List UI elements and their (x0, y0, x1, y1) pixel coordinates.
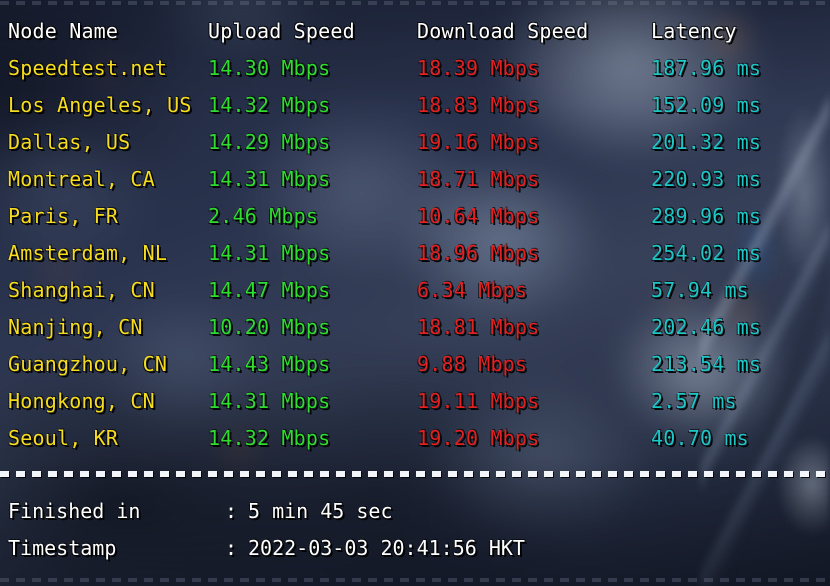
cell-latency: 2.57 ms (651, 389, 737, 413)
summary-value-finished-in: 5 min 45 sec (248, 499, 393, 523)
cell-node-name: Los Angeles, US (8, 93, 192, 117)
cell-node-name: Paris, FR (8, 204, 119, 228)
cell-latency: 40.70 ms (651, 426, 749, 450)
cell-upload-speed: 14.47 Mbps (208, 278, 331, 302)
cell-node-name: Montreal, CA (8, 167, 155, 191)
divider-top (0, 1, 830, 5)
table-row: Shanghai, CN 14.47 Mbps 6.34 Mbps 57.94 … (0, 280, 830, 310)
summary-value-timestamp: 2022-03-03 20:41:56 HKT (248, 536, 525, 560)
cell-download-speed: 6.34 Mbps (417, 278, 528, 302)
cell-download-speed: 19.16 Mbps (417, 130, 540, 154)
cell-download-speed: 18.71 Mbps (417, 167, 540, 191)
table-row: Hongkong, CN 14.31 Mbps 19.11 Mbps 2.57 … (0, 391, 830, 421)
cell-node-name: Dallas, US (8, 130, 131, 154)
cell-node-name: Guangzhou, CN (8, 352, 168, 376)
cell-upload-speed: 14.30 Mbps (208, 56, 331, 80)
cell-download-speed: 10.64 Mbps (417, 204, 540, 228)
cell-upload-speed: 14.32 Mbps (208, 426, 331, 450)
cell-latency: 213.54 ms (651, 352, 762, 376)
table-row: Montreal, CA 14.31 Mbps 18.71 Mbps 220.9… (0, 169, 830, 199)
cell-upload-speed: 14.43 Mbps (208, 352, 331, 376)
summary-separator: : (225, 536, 238, 560)
cell-latency: 201.32 ms (651, 130, 762, 154)
cell-upload-speed: 2.46 Mbps (208, 204, 319, 228)
divider-bottom (0, 578, 830, 582)
summary-separator: : (225, 499, 238, 523)
cell-download-speed: 18.83 Mbps (417, 93, 540, 117)
cell-download-speed: 18.81 Mbps (417, 315, 540, 339)
cell-download-speed: 18.39 Mbps (417, 56, 540, 80)
cell-download-speed: 18.96 Mbps (417, 241, 540, 265)
cell-upload-speed: 14.31 Mbps (208, 241, 331, 265)
column-header-node-name: Node Name (8, 19, 119, 43)
cell-latency: 202.46 ms (651, 315, 762, 339)
cell-node-name: Nanjing, CN (8, 315, 143, 339)
cell-latency: 152.09 ms (651, 93, 762, 117)
table-header-row: Node Name Upload Speed Download Speed La… (0, 21, 830, 51)
cell-latency: 254.02 ms (651, 241, 762, 265)
table-row: Seoul, KR 14.32 Mbps 19.20 Mbps 40.70 ms (0, 428, 830, 458)
summary-label-finished-in: Finished in (8, 499, 141, 523)
results-content: Node Name Upload Speed Download Speed La… (0, 0, 830, 586)
summary-row-timestamp: Timestamp : 2022-03-03 20:41:56 HKT (0, 538, 830, 566)
cell-upload-speed: 14.31 Mbps (208, 389, 331, 413)
cell-latency: 289.96 ms (651, 204, 762, 228)
table-row: Paris, FR 2.46 Mbps 10.64 Mbps 289.96 ms (0, 206, 830, 236)
divider-summary (0, 471, 830, 477)
summary-label-timestamp: Timestamp (8, 536, 117, 560)
table-row: Guangzhou, CN 14.43 Mbps 9.88 Mbps 213.5… (0, 354, 830, 384)
cell-download-speed: 19.20 Mbps (417, 426, 540, 450)
table-row: Amsterdam, NL 14.31 Mbps 18.96 Mbps 254.… (0, 243, 830, 273)
cell-node-name: Shanghai, CN (8, 278, 155, 302)
cell-download-speed: 9.88 Mbps (417, 352, 528, 376)
column-header-latency: Latency (651, 19, 737, 43)
summary-row-finished-in: Finished in : 5 min 45 sec (0, 501, 830, 529)
column-header-download-speed: Download Speed (417, 19, 589, 43)
cell-upload-speed: 14.31 Mbps (208, 167, 331, 191)
cell-node-name: Hongkong, CN (8, 389, 155, 413)
cell-node-name: Amsterdam, NL (8, 241, 168, 265)
table-row: Los Angeles, US 14.32 Mbps 18.83 Mbps 15… (0, 95, 830, 125)
cell-upload-speed: 14.32 Mbps (208, 93, 331, 117)
cell-upload-speed: 10.20 Mbps (208, 315, 331, 339)
table-row: Nanjing, CN 10.20 Mbps 18.81 Mbps 202.46… (0, 317, 830, 347)
cell-latency: 220.93 ms (651, 167, 762, 191)
column-header-upload-speed: Upload Speed (208, 19, 355, 43)
cell-upload-speed: 14.29 Mbps (208, 130, 331, 154)
speedtest-results-screen: Node Name Upload Speed Download Speed La… (0, 0, 830, 586)
cell-node-name: Seoul, KR (8, 426, 119, 450)
table-row: Dallas, US 14.29 Mbps 19.16 Mbps 201.32 … (0, 132, 830, 162)
cell-download-speed: 19.11 Mbps (417, 389, 540, 413)
cell-node-name: Speedtest.net (8, 56, 168, 80)
cell-latency: 57.94 ms (651, 278, 749, 302)
cell-latency: 187.96 ms (651, 56, 762, 80)
table-row: Speedtest.net 14.30 Mbps 18.39 Mbps 187.… (0, 58, 830, 88)
